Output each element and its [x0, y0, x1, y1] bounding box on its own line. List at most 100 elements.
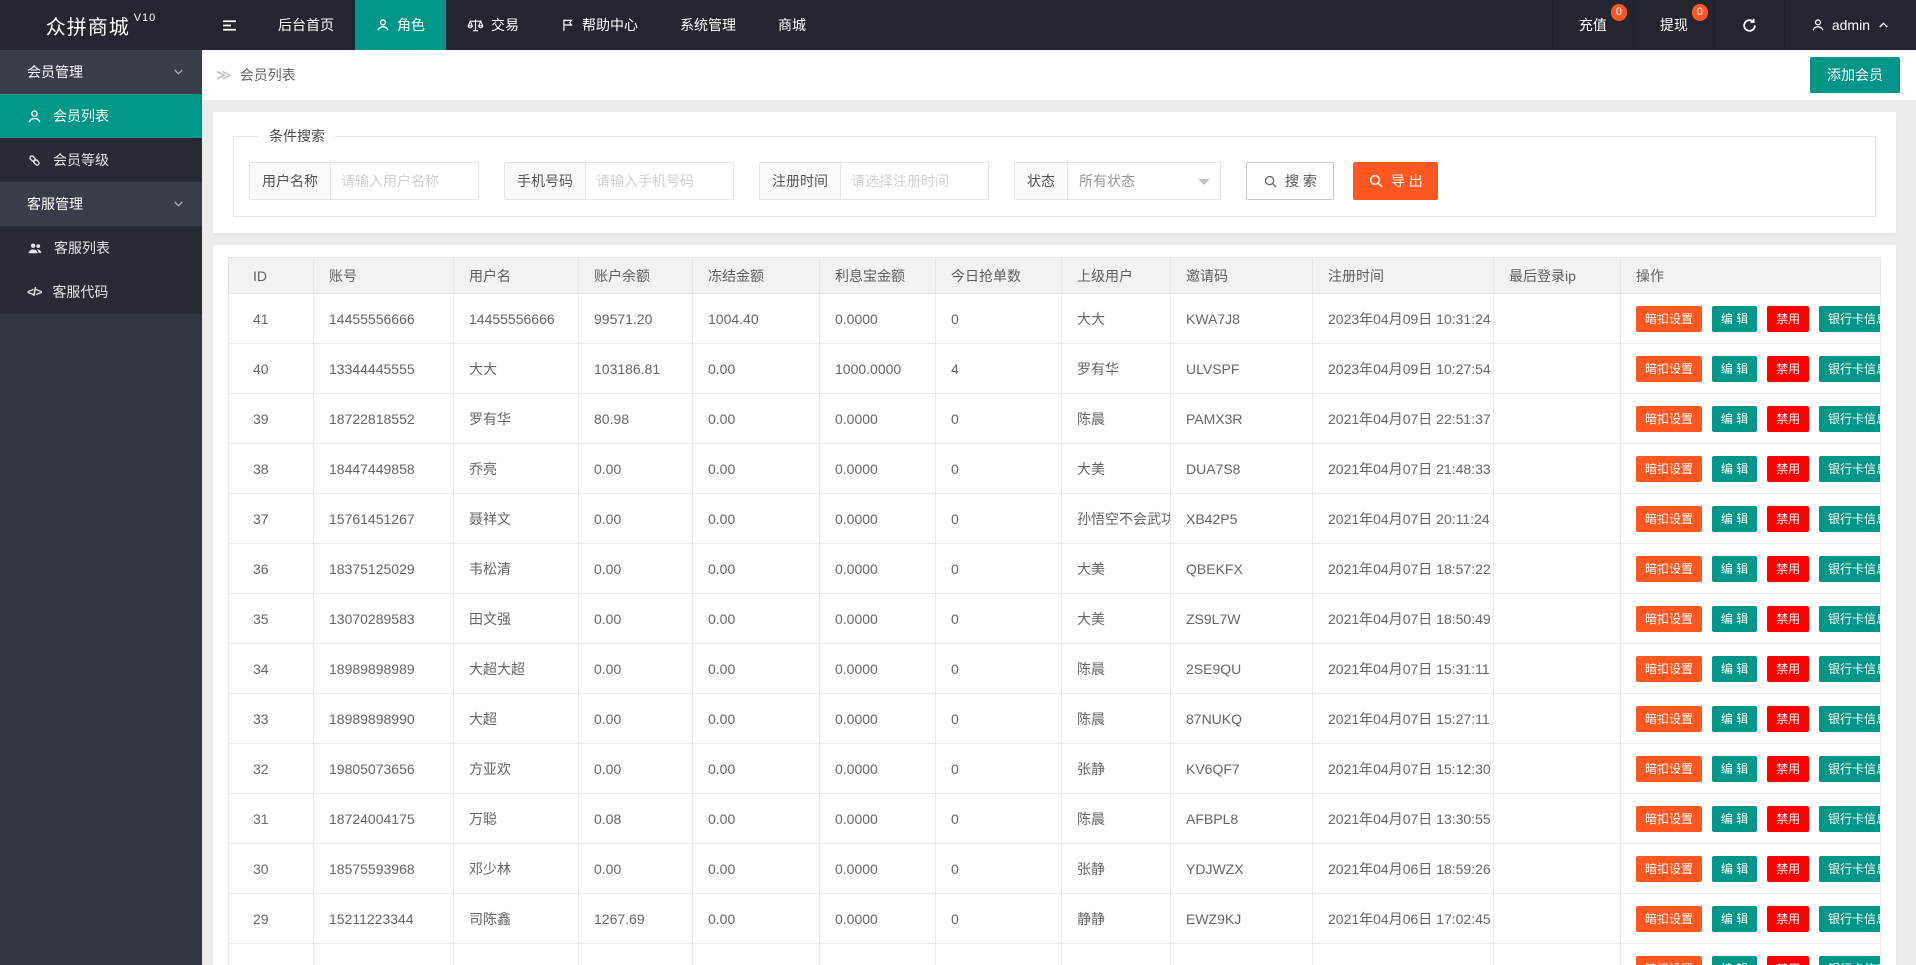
sidebar-item-member-level[interactable]: 会员等级: [0, 138, 202, 182]
search-button[interactable]: 搜 索: [1246, 162, 1334, 200]
nav-item-mall[interactable]: 商城: [757, 0, 827, 50]
user-menu[interactable]: admin: [1783, 0, 1916, 50]
export-button[interactable]: 导 出: [1352, 162, 1438, 200]
nav-item-home[interactable]: 后台首页: [257, 0, 355, 50]
edit-button[interactable]: 编 辑: [1711, 605, 1758, 632]
disable-button[interactable]: 禁用: [1767, 605, 1810, 632]
edit-button[interactable]: 编 辑: [1711, 855, 1758, 882]
cell-today-orders: 0: [935, 393, 1062, 444]
sidebar-item-service-list[interactable]: 客服列表: [0, 226, 202, 270]
bank-card-info-button[interactable]: 银行卡信息: [1819, 455, 1880, 482]
chevron-up-icon: [1877, 19, 1890, 32]
username-input[interactable]: [331, 163, 478, 199]
recharge-button[interactable]: 充值 0: [1551, 0, 1633, 50]
sidebar-item-member-list[interactable]: 会员列表: [0, 94, 202, 138]
breadcrumb-bar: ≫ 会员列表 添加会员: [202, 50, 1916, 100]
search-icon: [1263, 174, 1278, 189]
bank-card-info-button[interactable]: 银行卡信息: [1819, 905, 1880, 932]
hamburger-icon: [221, 17, 238, 34]
cell-balance: [578, 943, 693, 965]
regtime-input[interactable]: [841, 163, 988, 199]
status-select[interactable]: 所有状态: [1068, 163, 1220, 199]
edit-button[interactable]: 编 辑: [1711, 755, 1758, 782]
disable-button[interactable]: 禁用: [1767, 305, 1810, 332]
disable-button[interactable]: 禁用: [1767, 805, 1810, 832]
deduct-settings-button[interactable]: 暗扣设置: [1636, 505, 1703, 532]
disable-button[interactable]: 禁用: [1767, 855, 1810, 882]
bank-card-info-button[interactable]: 银行卡信息: [1819, 405, 1880, 432]
disable-button[interactable]: 禁用: [1767, 455, 1810, 482]
cell-balance: 0.00: [578, 743, 693, 794]
sidebar-section-service-mgmt[interactable]: 客服管理: [0, 182, 202, 226]
deduct-settings-button[interactable]: 暗扣设置: [1636, 955, 1703, 965]
cell-reg-time: 2021年04月07日 15:12:30: [1312, 743, 1494, 794]
edit-button[interactable]: 编 辑: [1711, 655, 1758, 682]
bank-card-info-button[interactable]: 银行卡信息: [1819, 355, 1880, 382]
disable-button[interactable]: 禁用: [1767, 405, 1810, 432]
deduct-settings-button[interactable]: 暗扣设置: [1636, 605, 1703, 632]
cell-last-login-ip: [1493, 343, 1621, 394]
username-label: 用户名称: [250, 163, 331, 199]
bank-card-info-button[interactable]: 银行卡信息: [1819, 755, 1880, 782]
deduct-settings-button[interactable]: 暗扣设置: [1636, 555, 1703, 582]
deduct-settings-button[interactable]: 暗扣设置: [1636, 655, 1703, 682]
bank-card-info-button[interactable]: 银行卡信息: [1819, 705, 1880, 732]
disable-button[interactable]: 禁用: [1767, 655, 1810, 682]
cell-parent-user: [1061, 943, 1171, 965]
deduct-settings-button[interactable]: 暗扣设置: [1636, 855, 1703, 882]
disable-button[interactable]: 禁用: [1767, 955, 1810, 965]
cell-id: 39: [228, 393, 314, 444]
edit-button[interactable]: 编 辑: [1711, 955, 1758, 965]
bank-card-info-button[interactable]: 银行卡信息: [1819, 555, 1880, 582]
edit-button[interactable]: 编 辑: [1711, 905, 1758, 932]
edit-button[interactable]: 编 辑: [1711, 405, 1758, 432]
edit-button[interactable]: 编 辑: [1711, 355, 1758, 382]
sidebar-section-member-mgmt[interactable]: 会员管理: [0, 50, 202, 94]
edit-button[interactable]: 编 辑: [1711, 805, 1758, 832]
disable-button[interactable]: 禁用: [1767, 355, 1810, 382]
cell-actions: 暗扣设置 编 辑 禁用 银行卡信息 …: [1620, 893, 1881, 944]
bank-card-info-button[interactable]: 银行卡信息: [1819, 805, 1880, 832]
deduct-settings-button[interactable]: 暗扣设置: [1636, 405, 1703, 432]
edit-button[interactable]: 编 辑: [1711, 455, 1758, 482]
phone-input[interactable]: [586, 163, 733, 199]
cell-interest: 0.0000: [819, 643, 936, 694]
add-member-button[interactable]: 添加会员: [1810, 57, 1900, 93]
refresh-button[interactable]: [1713, 0, 1784, 50]
deduct-settings-button[interactable]: 暗扣设置: [1636, 455, 1703, 482]
bank-card-info-button[interactable]: 银行卡信息: [1819, 655, 1880, 682]
bank-card-info-button[interactable]: 银行卡信息: [1819, 305, 1880, 332]
bank-card-info-button[interactable]: 银行卡信息: [1819, 955, 1880, 965]
cell-id: 41: [228, 293, 314, 344]
deduct-settings-button[interactable]: 暗扣设置: [1636, 305, 1703, 332]
nav-item-help-center[interactable]: 帮助中心: [540, 0, 659, 50]
withdraw-button[interactable]: 提现 0: [1632, 0, 1714, 50]
disable-button[interactable]: 禁用: [1767, 705, 1810, 732]
deduct-settings-button[interactable]: 暗扣设置: [1636, 355, 1703, 382]
nav-item-trade[interactable]: 交易: [446, 0, 540, 50]
disable-button[interactable]: 禁用: [1767, 505, 1810, 532]
deduct-settings-button[interactable]: 暗扣设置: [1636, 705, 1703, 732]
edit-button[interactable]: 编 辑: [1711, 705, 1758, 732]
sidebar-item-service-code[interactable]: </> 客服代码: [0, 270, 202, 314]
disable-button[interactable]: 禁用: [1767, 755, 1810, 782]
deduct-settings-button[interactable]: 暗扣设置: [1636, 805, 1703, 832]
deduct-settings-button[interactable]: 暗扣设置: [1636, 905, 1703, 932]
table-row: 33 18989898990 大超 0.00 0.00 0.0000 0 陈晨 …: [228, 693, 1881, 744]
edit-button[interactable]: 编 辑: [1711, 305, 1758, 332]
refresh-icon: [1741, 17, 1758, 34]
edit-button[interactable]: 编 辑: [1711, 505, 1758, 532]
deduct-settings-button[interactable]: 暗扣设置: [1636, 755, 1703, 782]
edit-button[interactable]: 编 辑: [1711, 555, 1758, 582]
nav-item-system[interactable]: 系统管理: [659, 0, 757, 50]
bank-card-info-button[interactable]: 银行卡信息: [1819, 855, 1880, 882]
cell-frozen: 0.00: [692, 793, 820, 844]
cell-account: [313, 943, 454, 965]
disable-button[interactable]: 禁用: [1767, 555, 1810, 582]
nav-item-roles[interactable]: 角色: [355, 0, 446, 50]
bank-card-info-button[interactable]: 银行卡信息: [1819, 505, 1880, 532]
cell-actions: 暗扣设置 编 辑 禁用 银行卡信息 …: [1620, 843, 1881, 894]
bank-card-info-button[interactable]: 银行卡信息: [1819, 605, 1880, 632]
collapse-menu-button[interactable]: [202, 0, 257, 50]
disable-button[interactable]: 禁用: [1767, 905, 1810, 932]
